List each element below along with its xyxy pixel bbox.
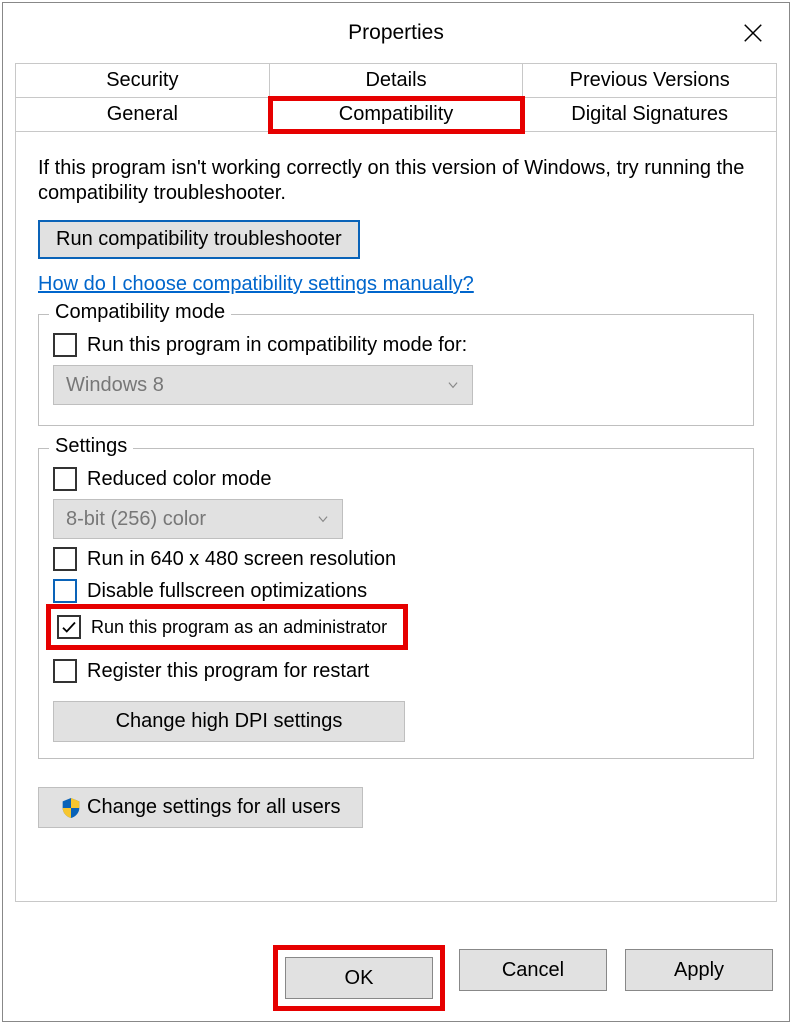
settings-legend: Settings <box>49 435 133 458</box>
reduced-color-label: Reduced color mode <box>87 468 272 491</box>
check-icon <box>60 618 78 636</box>
disable-fullscreen-checkbox[interactable] <box>53 579 77 603</box>
run-as-admin-checkbox[interactable] <box>57 615 81 639</box>
tab-previous-versions[interactable]: Previous Versions <box>523 63 777 98</box>
apply-button[interactable]: Apply <box>625 949 773 991</box>
run-as-admin-row: Run this program as an administrator <box>53 611 401 643</box>
color-depth-dropdown[interactable]: 8-bit (256) color <box>53 499 343 539</box>
run-640-label: Run in 640 x 480 screen resolution <box>87 548 396 571</box>
change-all-users-button[interactable]: Change settings for all users <box>38 787 363 828</box>
disable-fullscreen-label: Disable fullscreen optimizations <box>87 580 367 603</box>
intro-text: If this program isn't working correctly … <box>38 156 754 206</box>
register-restart-label: Register this program for restart <box>87 660 369 683</box>
ok-button[interactable]: OK <box>285 957 433 999</box>
tab-compatibility[interactable]: Compatibility <box>270 98 524 132</box>
compat-os-dropdown[interactable]: Windows 8 <box>53 365 473 405</box>
run-as-admin-label: Run this program as an administrator <box>91 617 387 638</box>
chevron-down-icon <box>316 512 330 526</box>
ok-highlight: OK <box>277 949 441 1007</box>
compat-legend: Compatibility mode <box>49 301 231 324</box>
reduced-color-checkbox[interactable] <box>53 467 77 491</box>
window-title: Properties <box>348 21 444 45</box>
cancel-button[interactable]: Cancel <box>459 949 607 991</box>
properties-window: Properties Security Details Previous Ver… <box>2 2 790 1022</box>
compatibility-mode-group: Compatibility mode Run this program in c… <box>38 314 754 426</box>
compat-mode-label: Run this program in compatibility mode f… <box>87 334 467 357</box>
compat-os-value: Windows 8 <box>66 374 164 397</box>
shield-icon <box>61 797 81 819</box>
tab-strip: Security Details Previous Versions Gener… <box>15 63 777 132</box>
run-640-checkbox[interactable] <box>53 547 77 571</box>
close-button[interactable] <box>731 13 775 53</box>
compat-mode-checkbox[interactable] <box>53 333 77 357</box>
tab-digital-signatures[interactable]: Digital Signatures <box>523 98 777 132</box>
change-high-dpi-button[interactable]: Change high DPI settings <box>53 701 405 742</box>
chevron-down-icon <box>446 378 460 392</box>
titlebar: Properties <box>3 3 789 63</box>
help-link[interactable]: How do I choose compatibility settings m… <box>38 273 474 296</box>
tab-security[interactable]: Security <box>15 63 270 98</box>
close-icon <box>742 22 764 44</box>
tab-details[interactable]: Details <box>270 63 524 98</box>
compatibility-panel: If this program isn't working correctly … <box>15 132 777 902</box>
register-restart-checkbox[interactable] <box>53 659 77 683</box>
dialog-button-bar: OK Cancel Apply <box>277 949 773 1007</box>
settings-group: Settings Reduced color mode 8-bit (256) … <box>38 448 754 759</box>
tab-general[interactable]: General <box>15 98 270 132</box>
run-troubleshooter-button[interactable]: Run compatibility troubleshooter <box>38 220 360 259</box>
color-depth-value: 8-bit (256) color <box>66 508 206 531</box>
change-all-users-label: Change settings for all users <box>87 796 340 819</box>
